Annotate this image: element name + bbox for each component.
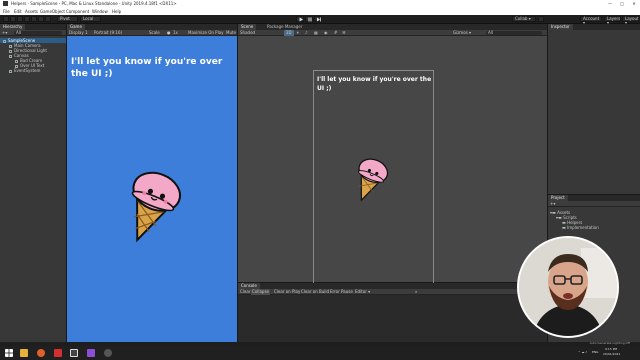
error-pause-toggle[interactable]: Error Pause	[329, 289, 354, 295]
rect-tool-icon[interactable]	[31, 16, 37, 22]
taskbar: ^ ☁ ♪ ENG 9:15 PM 29/01/2021	[0, 346, 640, 360]
game-panel: Game Display 1 Portrait (9:16) Scale ● 1…	[67, 24, 237, 342]
pause-icon	[308, 17, 312, 22]
project-toolbar: +▾	[548, 201, 640, 207]
folder-icon: ▾▬	[550, 210, 556, 215]
toolbar: Pivot Local Collab ▾ Account ▾ Layers ▾ …	[0, 15, 640, 25]
ice-cream-sprite[interactable]	[117, 161, 189, 243]
console-panel: Console Clear Collapse Clear on Play Cle…	[238, 283, 547, 342]
tab-inspector[interactable]: Inspector	[548, 24, 573, 30]
folder-implementation[interactable]: ▬ Implementation	[562, 225, 599, 230]
firefox-icon[interactable]	[37, 349, 45, 357]
streamer-face-image	[519, 238, 617, 336]
play-icon	[299, 17, 303, 22]
language-indicator[interactable]: ENG	[592, 350, 598, 354]
console-toolbar: Clear Collapse Clear on Play Clear on Bu…	[238, 289, 547, 295]
editor-dropdown[interactable]: Editor ▾	[354, 289, 371, 295]
clear-on-play-toggle[interactable]: Clear on Play	[273, 289, 301, 295]
folder-icon: ▾▬	[556, 215, 562, 220]
app-icon[interactable]	[54, 349, 62, 357]
custom-tool-icon[interactable]	[45, 16, 51, 22]
windows-start-icon[interactable]	[5, 349, 13, 357]
scene-search-input[interactable]: All	[486, 31, 542, 35]
visual-studio-icon[interactable]	[87, 349, 95, 357]
webcam-overlay	[517, 236, 619, 338]
clock-date[interactable]: 29/01/2021	[603, 352, 620, 356]
scene-ui-text: I'll let you know if you're over the UI …	[317, 76, 432, 92]
step-icon	[317, 17, 321, 22]
tray-icons[interactable]: ^ ☁ ♪	[578, 350, 587, 354]
ice-cream-sprite-scene[interactable]	[349, 151, 393, 203]
tree-item-eventsystem[interactable]: EventSystem	[0, 68, 40, 73]
menu-component[interactable]: Component	[66, 8, 89, 15]
menu-edit[interactable]: Edit	[14, 8, 22, 15]
gameobject-icon	[9, 69, 12, 73]
pause-button[interactable]	[305, 16, 313, 22]
hierarchy-search-bar: +▾ All	[0, 30, 66, 36]
play-button[interactable]	[296, 16, 304, 22]
file-explorer-icon[interactable]	[20, 349, 28, 357]
menu-window[interactable]: Window	[92, 8, 108, 15]
console-search-icon[interactable]: ⌕	[414, 289, 418, 295]
menu-gameobject[interactable]: GameObject	[40, 8, 65, 15]
move-tool-icon[interactable]	[10, 16, 16, 22]
game-ui-text: I'll let you know if you're over the UI …	[71, 57, 223, 79]
clear-button[interactable]: Clear	[239, 289, 251, 295]
project-add-icon[interactable]: +▾	[550, 201, 555, 207]
scene-viewport[interactable]: I'll let you know if you're over the UI …	[238, 36, 547, 285]
scale-tool-icon[interactable]	[24, 16, 30, 22]
unity-taskbar-icon[interactable]	[70, 349, 78, 357]
add-icon[interactable]: +▾	[2, 30, 7, 36]
game-viewport[interactable]: I'll let you know if you're over the UI …	[67, 36, 237, 342]
layers-dropdown[interactable]: Layers ▾	[604, 16, 621, 25]
close-button[interactable]: ✕	[628, 0, 640, 8]
hierarchy-search-input[interactable]: All	[14, 31, 62, 35]
scene-panel: Scene Package Manager Shaded 2D ☀ ♪ ▦ ◉ …	[238, 24, 547, 285]
folder-icon: ▬	[562, 225, 566, 230]
pivot-toggle[interactable]: Pivot	[57, 16, 78, 22]
menu-file[interactable]: File	[3, 8, 10, 15]
minimize-button[interactable]: —	[604, 0, 616, 8]
maximize-button[interactable]: □	[616, 0, 628, 8]
step-button[interactable]	[314, 16, 322, 22]
clock-time[interactable]: 9:15 PM	[605, 347, 617, 351]
status-text: Auto Generate Lighting Off	[589, 341, 630, 345]
window-title: Helpers - SampleScene - PC, Mac & Linux …	[11, 1, 177, 6]
collapse-toggle[interactable]: Collapse	[251, 289, 270, 295]
inspector-panel: Inspector	[548, 24, 640, 194]
canvas-bounds: I'll let you know if you're over the UI …	[313, 70, 434, 285]
layout-dropdown[interactable]: Layout ▾	[622, 16, 639, 25]
title-bar: Helpers - SampleScene - PC, Mac & Linux …	[0, 0, 640, 8]
menu-help[interactable]: Help	[112, 8, 121, 15]
hierarchy-panel: Hierarchy +▾ All SampleScene Main Camera…	[0, 24, 66, 342]
github-icon[interactable]	[104, 349, 112, 357]
menu-bar: File Edit Assets GameObject Component Wi…	[0, 8, 640, 15]
menu-assets[interactable]: Assets	[25, 8, 38, 15]
hand-tool-icon[interactable]	[3, 16, 9, 22]
rotate-tool-icon[interactable]	[17, 16, 23, 22]
clear-on-build-toggle[interactable]: Clear on Build	[300, 289, 330, 295]
local-toggle[interactable]: Local	[80, 16, 101, 22]
transform-tool-icon[interactable]	[38, 16, 44, 22]
cloud-icon[interactable]	[538, 16, 544, 22]
account-dropdown[interactable]: Account ▾	[580, 16, 602, 25]
collab-dropdown[interactable]: Collab ▾	[512, 16, 536, 22]
unity-icon	[3, 1, 8, 6]
